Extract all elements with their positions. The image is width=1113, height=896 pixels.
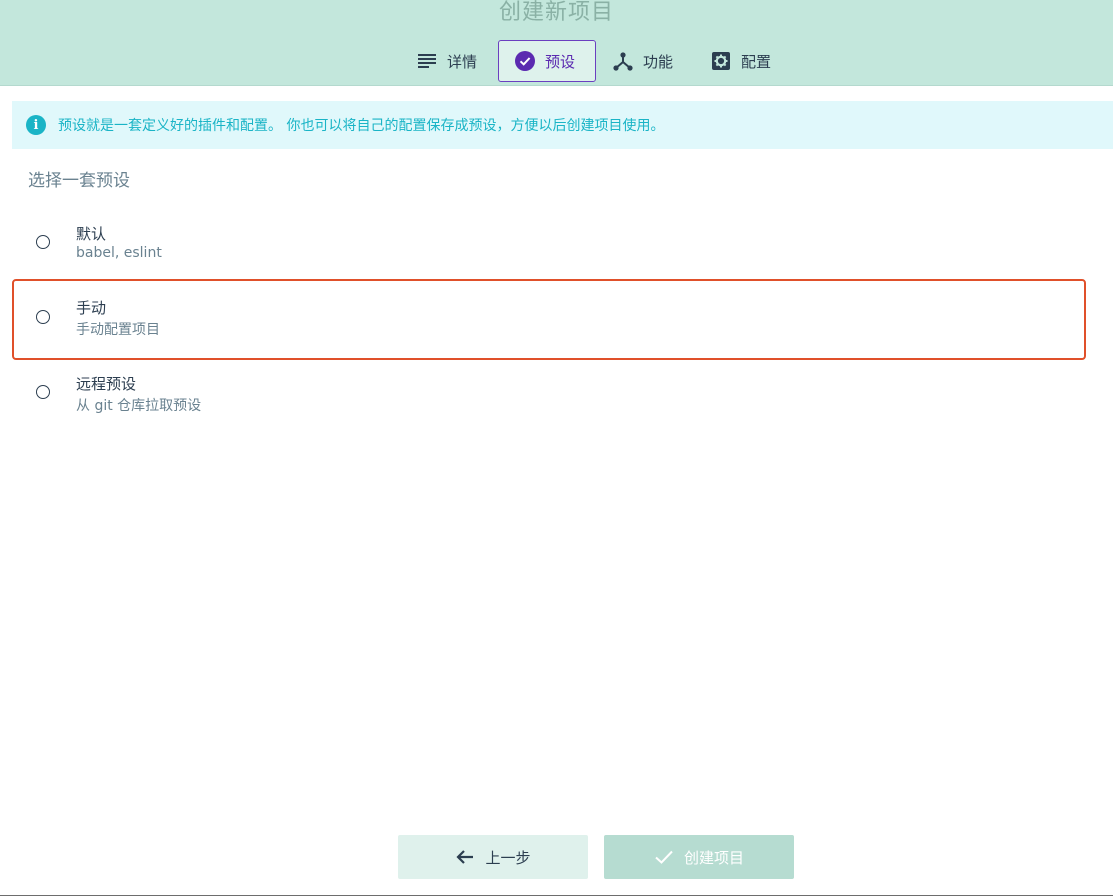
info-icon: i bbox=[26, 115, 46, 135]
section-title: 选择一套预设 bbox=[28, 171, 130, 191]
info-text: 预设就是一套定义好的插件和配置。 你也可以将自己的配置保存成预设，方便以后创建项… bbox=[58, 118, 665, 134]
tab-features[interactable]: 功能 bbox=[613, 40, 673, 82]
tab-presets[interactable]: 预设 bbox=[498, 40, 596, 82]
tab-config[interactable]: 配置 bbox=[711, 40, 771, 82]
list-icon bbox=[417, 51, 437, 71]
create-project-label: 创建项目 bbox=[683, 848, 744, 867]
radio-button[interactable] bbox=[36, 235, 50, 249]
preset-name: 默认 bbox=[76, 225, 107, 243]
info-banner: i 预设就是一套定义好的插件和配置。 你也可以将自己的配置保存成预设，方便以后创… bbox=[12, 101, 1113, 149]
preset-item-default[interactable]: 默认 babel, eslint bbox=[12, 207, 1086, 287]
gear-icon bbox=[711, 51, 731, 71]
tab-details-label: 详情 bbox=[447, 52, 478, 71]
preset-item-manual[interactable]: 手动 手动配置项目 bbox=[12, 279, 1086, 360]
check-icon bbox=[654, 847, 674, 867]
preset-description: 手动配置项目 bbox=[76, 322, 160, 338]
tab-features-label: 功能 bbox=[643, 52, 674, 71]
fork-icon bbox=[613, 51, 633, 71]
radio-button[interactable] bbox=[36, 310, 50, 324]
previous-step-button[interactable]: 上一步 bbox=[398, 835, 588, 879]
tab-details[interactable]: 详情 bbox=[417, 40, 477, 82]
tab-config-label: 配置 bbox=[741, 52, 772, 71]
check-circle-icon bbox=[515, 51, 535, 71]
preset-description: 从 git 仓库拉取预设 bbox=[76, 398, 202, 414]
step-tabs: 详情 预设 功能 配置 bbox=[0, 40, 1113, 85]
create-project-button[interactable]: 创建项目 bbox=[604, 835, 794, 879]
preset-name: 远程预设 bbox=[76, 375, 137, 393]
arrow-left-icon bbox=[455, 847, 475, 867]
preset-description: babel, eslint bbox=[76, 245, 162, 261]
previous-step-label: 上一步 bbox=[485, 848, 531, 867]
preset-name: 手动 bbox=[76, 299, 107, 317]
header: 创建新项目 详情 预设 功能 配置 bbox=[0, 0, 1113, 86]
preset-item-remote[interactable]: 远程预设 从 git 仓库拉取预设 bbox=[12, 357, 1086, 437]
radio-button[interactable] bbox=[36, 385, 50, 399]
tab-presets-label: 预设 bbox=[545, 52, 576, 71]
create-project-page: 创建新项目 详情 预设 功能 配置 i 预设就是一套定义好的插件和配置。 你也可… bbox=[0, 0, 1113, 896]
page-title: 创建新项目 bbox=[498, 0, 614, 25]
